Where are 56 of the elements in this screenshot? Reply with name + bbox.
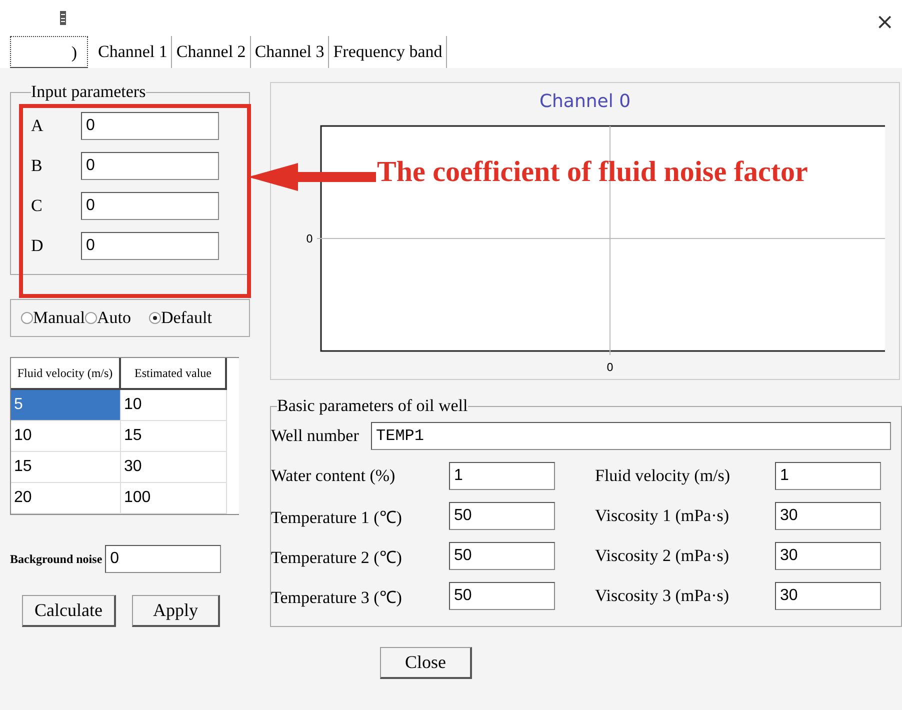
field-label: Background noise bbox=[10, 552, 102, 566]
table-cell[interactable]: 10 bbox=[11, 421, 121, 452]
input-field[interactable]: 30 bbox=[775, 502, 881, 530]
field-label: Temperature 3 (℃) bbox=[271, 586, 403, 608]
radio-icon[interactable] bbox=[21, 312, 33, 324]
radio-option[interactable]: Auto bbox=[84, 308, 131, 328]
field-label: B bbox=[31, 156, 44, 176]
input-field[interactable]: 0 bbox=[81, 192, 219, 220]
field-label: Viscosity 1 (mPa·s) bbox=[595, 506, 730, 526]
radio-icon[interactable] bbox=[84, 312, 97, 324]
field-label: Water content (%) bbox=[271, 466, 396, 486]
table-cell[interactable]: 15 bbox=[121, 421, 227, 452]
column-header: Fluid velocity (m/s) bbox=[11, 358, 121, 390]
field-label: Fluid velocity (m/s) bbox=[595, 466, 732, 486]
table-cell[interactable]: 15 bbox=[11, 452, 121, 483]
field-label: A bbox=[31, 116, 44, 136]
table-cell[interactable]: 30 bbox=[121, 452, 227, 483]
radio-option[interactable]: Default bbox=[148, 308, 212, 328]
table-cell[interactable]: 5 bbox=[11, 390, 121, 421]
input-field[interactable]: 30 bbox=[775, 582, 881, 610]
table-cell[interactable]: 10 bbox=[121, 390, 227, 421]
input-field[interactable]: 1 bbox=[449, 462, 555, 490]
field-label: Temperature 1 (℃) bbox=[271, 506, 403, 528]
action-button[interactable]: Apply bbox=[132, 595, 220, 627]
chart-title: Channel 0 bbox=[539, 91, 631, 112]
input-field[interactable]: 0 bbox=[81, 112, 219, 140]
field-label: Well number bbox=[271, 426, 360, 446]
input-field[interactable]: 0 bbox=[81, 152, 219, 180]
annotation-text: The coefficient of fluid noise factor bbox=[377, 156, 808, 189]
input-field[interactable]: 30 bbox=[775, 542, 881, 570]
column-header: Estimated value bbox=[121, 358, 227, 390]
radio-icon[interactable] bbox=[148, 312, 161, 324]
tab[interactable]: ) bbox=[10, 36, 88, 68]
input-field[interactable]: 0 bbox=[81, 232, 219, 260]
group-title: Input parameters bbox=[31, 82, 146, 102]
input-field[interactable]: 50 bbox=[449, 502, 555, 530]
input-field[interactable]: 1 bbox=[775, 462, 881, 490]
arrow-icon bbox=[248, 163, 376, 191]
input-field[interactable]: 50 bbox=[449, 582, 555, 610]
radio-option[interactable]: Manual bbox=[21, 308, 85, 328]
input-field[interactable]: 50 bbox=[449, 542, 555, 570]
action-button[interactable]: Calculate bbox=[22, 595, 116, 627]
field-label: Viscosity 3 (mPa·s) bbox=[595, 586, 730, 606]
input-field[interactable]: TEMP1 bbox=[371, 422, 891, 450]
field-label: C bbox=[31, 196, 44, 216]
close-button[interactable]: Close bbox=[380, 647, 472, 679]
app-icon bbox=[60, 11, 66, 25]
group-title: Basic parameters of oil well bbox=[277, 396, 468, 416]
x-tick-label: 0 bbox=[606, 361, 614, 374]
y-tick-label: 0 bbox=[306, 232, 313, 246]
table-cell[interactable]: 100 bbox=[121, 483, 227, 514]
field-label: D bbox=[31, 236, 44, 256]
input-field[interactable]: 0 bbox=[105, 545, 222, 573]
field-label: Viscosity 2 (mPa·s) bbox=[595, 546, 730, 566]
table-cell[interactable]: 20 bbox=[11, 483, 121, 514]
field-label: Temperature 2 (℃) bbox=[271, 546, 403, 568]
